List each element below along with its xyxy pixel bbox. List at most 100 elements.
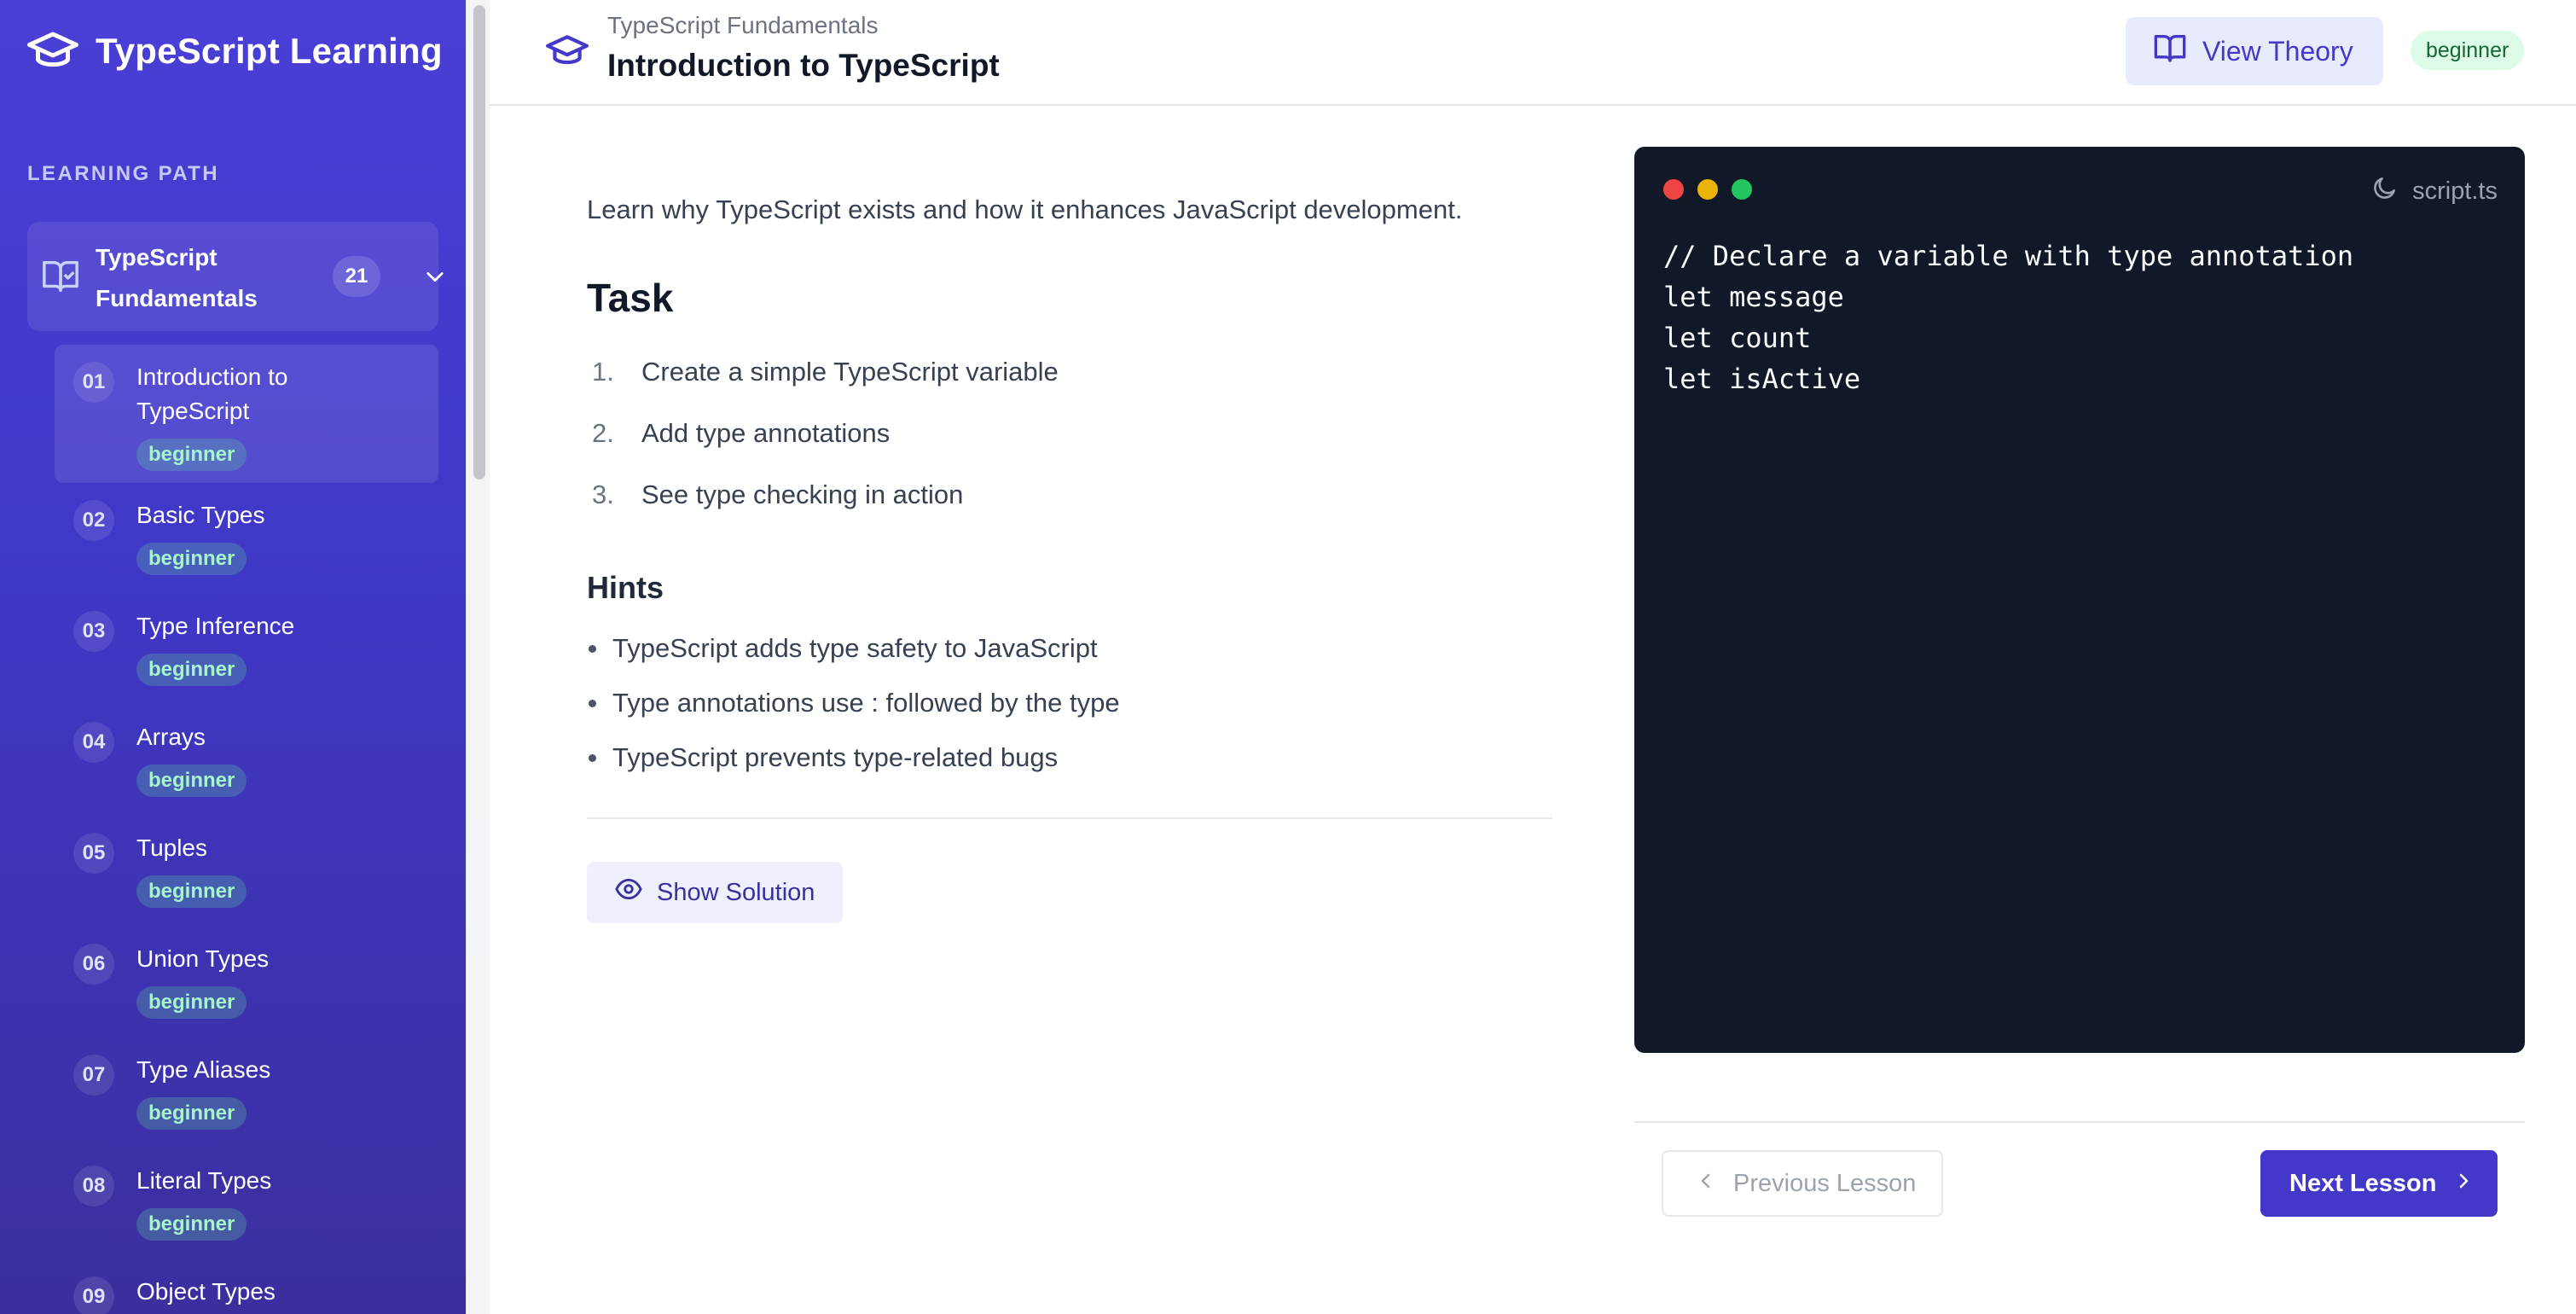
code-area[interactable]: // Declare a variable with type annotati… bbox=[1663, 235, 2353, 399]
lesson-title: Tuples bbox=[136, 834, 208, 861]
next-lesson-button[interactable]: Next Lesson bbox=[2260, 1150, 2498, 1217]
task-number: 2. bbox=[592, 418, 614, 448]
lesson-number: 05 bbox=[73, 833, 114, 874]
sidebar-scrollbar[interactable] bbox=[466, 0, 490, 1314]
sidebar-item-lesson-07[interactable]: 07 Type Aliases beginner bbox=[55, 1038, 438, 1148]
divider bbox=[587, 817, 1552, 819]
level-badge: beginner bbox=[136, 875, 247, 908]
task-text: See type checking in action bbox=[641, 480, 964, 509]
book-icon bbox=[41, 256, 80, 295]
code-line: // Declare a variable with type annotati… bbox=[1663, 240, 2354, 272]
code-line: let isActive bbox=[1663, 363, 1861, 395]
task-heading: Task bbox=[587, 276, 674, 320]
level-badge: beginner bbox=[136, 654, 247, 686]
sidebar-item-lesson-01[interactable]: 01 Introduction to TypeScript beginner bbox=[55, 345, 438, 483]
show-solution-label: Show Solution bbox=[657, 878, 815, 906]
lesson-number: 02 bbox=[73, 500, 114, 541]
hint-item: TypeScript adds type safety to JavaScrip… bbox=[587, 631, 1120, 686]
code-editor[interactable]: script.ts // Declare a variable with typ… bbox=[1634, 147, 2525, 1053]
breadcrumb[interactable]: TypeScript Fundamentals bbox=[607, 12, 879, 39]
task-item: 1. Create a simple TypeScript variable bbox=[587, 355, 1059, 416]
hint-text: TypeScript prevents type-related bugs bbox=[612, 742, 1059, 772]
chevron-left-icon bbox=[1696, 1170, 1716, 1198]
lesson-title: Arrays bbox=[136, 724, 206, 750]
sidebar-item-lesson-04[interactable]: 04 Arrays beginner bbox=[55, 705, 438, 816]
next-lesson-label: Next Lesson bbox=[2289, 1169, 2437, 1197]
hint-list: TypeScript adds type safety to JavaScrip… bbox=[587, 631, 1120, 795]
file-tab: script.ts bbox=[2371, 174, 2498, 208]
lesson-title: Type Aliases bbox=[136, 1056, 271, 1083]
lesson-title: Union Types bbox=[136, 945, 270, 972]
app-title: TypeScript Learning bbox=[96, 31, 443, 71]
task-number: 1. bbox=[592, 357, 614, 387]
task-text: Add type annotations bbox=[641, 418, 891, 448]
hint-item: TypeScript prevents type-related bugs bbox=[587, 741, 1120, 795]
sidebar-item-lesson-02[interactable]: 02 Basic Types beginner bbox=[55, 483, 438, 594]
top-bar: TypeScript Fundamentals Introduction to … bbox=[490, 0, 2576, 106]
task-item: 3. See type checking in action bbox=[587, 478, 1059, 539]
lesson-title: Basic Types bbox=[136, 502, 265, 528]
sidebar-item-lesson-05[interactable]: 05 Tuples beginner bbox=[55, 816, 438, 927]
lesson-title: Object Types bbox=[136, 1278, 276, 1305]
page-title: Introduction to TypeScript bbox=[607, 48, 1000, 83]
code-line: let count bbox=[1663, 322, 1812, 354]
bullet-icon bbox=[589, 645, 596, 653]
show-solution-button[interactable]: Show Solution bbox=[587, 862, 843, 923]
sidebar-item-lesson-06[interactable]: 06 Union Types beginner bbox=[55, 927, 438, 1038]
lesson-title: Literal Types bbox=[136, 1167, 272, 1194]
task-list: 1. Create a simple TypeScript variable 2… bbox=[587, 355, 1059, 539]
view-theory-label: View Theory bbox=[2202, 35, 2353, 67]
sidebar-item-lesson-08[interactable]: 08 Literal Types beginner bbox=[55, 1148, 438, 1259]
level-badge: beginner bbox=[136, 439, 247, 471]
bullet-icon bbox=[589, 754, 596, 762]
minimize-dot-icon bbox=[1697, 179, 1718, 200]
scrollbar-thumb[interactable] bbox=[473, 5, 485, 480]
divider bbox=[1634, 1121, 2525, 1123]
lesson-number: 04 bbox=[73, 722, 114, 763]
hint-item: Type annotations use : followed by the t… bbox=[587, 686, 1120, 741]
lesson-number: 09 bbox=[73, 1276, 114, 1314]
file-name: script.ts bbox=[2412, 177, 2498, 205]
window-controls bbox=[1663, 179, 1752, 200]
task-text: Create a simple TypeScript variable bbox=[641, 357, 1059, 387]
chevron-down-icon[interactable] bbox=[423, 265, 447, 288]
lesson-description: Learn why TypeScript exists and how it e… bbox=[587, 195, 1463, 224]
lesson-title: Introduction to TypeScript bbox=[136, 363, 288, 424]
lesson-number: 06 bbox=[73, 944, 114, 985]
level-badge: beginner bbox=[2411, 31, 2525, 70]
level-badge: beginner bbox=[136, 1097, 247, 1130]
previous-lesson-label: Previous Lesson bbox=[1733, 1169, 1917, 1197]
hint-text: Type annotations use : followed by the t… bbox=[612, 688, 1120, 718]
level-badge: beginner bbox=[136, 986, 247, 1019]
lesson-title: Type Inference bbox=[136, 613, 295, 639]
task-number: 3. bbox=[592, 480, 614, 509]
lesson-count-badge: 21 bbox=[333, 256, 380, 297]
maximize-dot-icon bbox=[1732, 179, 1752, 200]
lesson-number: 08 bbox=[73, 1166, 114, 1206]
sidebar-item-lesson-09[interactable]: 09 Object Types bbox=[55, 1259, 438, 1314]
section-label: LEARNING PATH bbox=[27, 162, 219, 185]
graduation-cap-icon bbox=[546, 32, 589, 70]
close-dot-icon bbox=[1663, 179, 1684, 200]
hints-heading: Hints bbox=[587, 570, 664, 605]
course-toggle[interactable]: TypeScript Fundamentals 21 bbox=[27, 222, 444, 331]
hint-text: TypeScript adds type safety to JavaScrip… bbox=[612, 633, 1098, 663]
level-badge: beginner bbox=[136, 1208, 247, 1241]
moon-icon[interactable] bbox=[2371, 174, 2399, 208]
lesson-list: 01 Introduction to TypeScript beginner 0… bbox=[55, 345, 438, 1314]
sidebar-item-lesson-03[interactable]: 03 Type Inference beginner bbox=[55, 594, 438, 705]
eye-icon bbox=[614, 875, 643, 910]
chevron-right-icon bbox=[2453, 1170, 2474, 1198]
code-line: let message bbox=[1663, 281, 1844, 313]
lesson-number: 03 bbox=[73, 611, 114, 652]
previous-lesson-button[interactable]: Previous Lesson bbox=[1662, 1150, 1943, 1217]
bullet-icon bbox=[589, 700, 596, 707]
level-badge: beginner bbox=[136, 543, 247, 575]
view-theory-button[interactable]: View Theory bbox=[2126, 17, 2383, 85]
sidebar: TypeScript Learning LEARNING PATH TypeSc… bbox=[0, 0, 466, 1314]
graduation-cap-icon bbox=[27, 26, 78, 77]
brand[interactable]: TypeScript Learning bbox=[27, 26, 443, 77]
open-book-icon bbox=[2153, 31, 2187, 72]
lesson-number: 01 bbox=[73, 362, 114, 403]
task-item: 2. Add type annotations bbox=[587, 416, 1059, 478]
